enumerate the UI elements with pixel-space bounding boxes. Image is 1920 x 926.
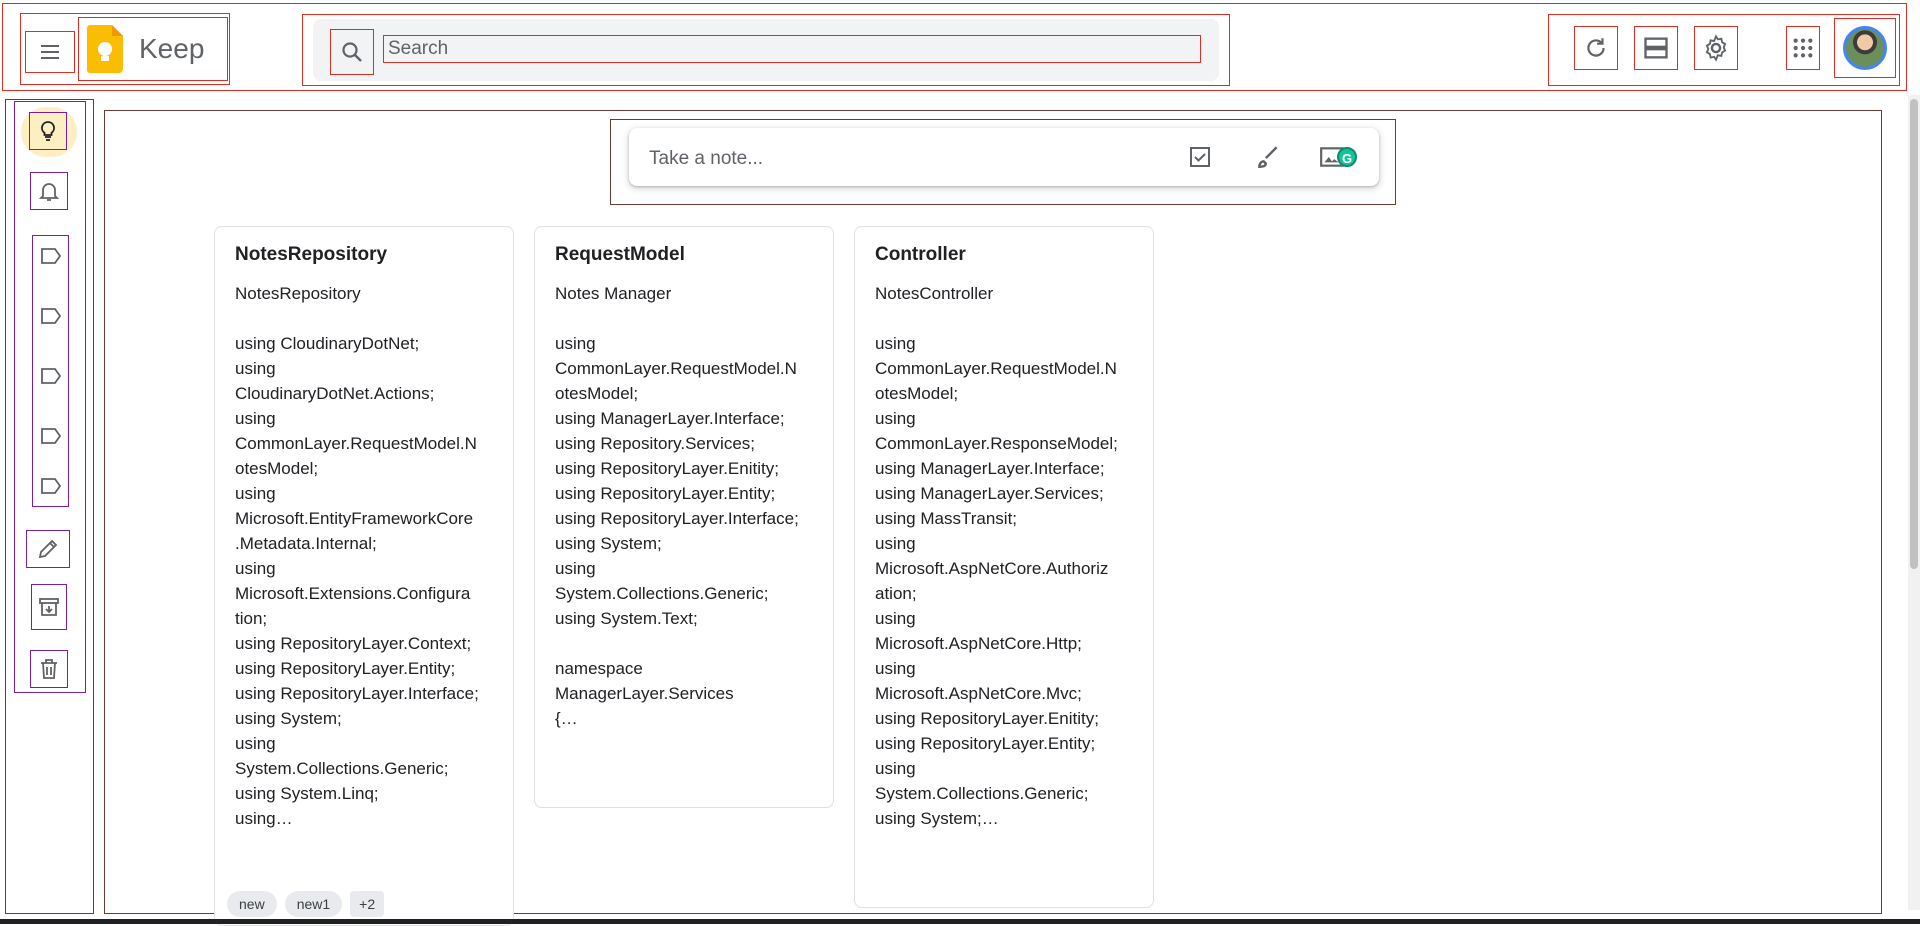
sidebar-item-notes[interactable] — [29, 112, 67, 150]
google-apps-button[interactable] — [1786, 26, 1820, 70]
new-drawing-button[interactable] — [1253, 142, 1283, 172]
label-icon — [40, 308, 61, 324]
header-left-group: Keep — [20, 13, 230, 85]
pencil-edit-icon — [38, 539, 58, 559]
note-body: NotesRepository using CloudinaryDotNet; … — [235, 284, 479, 828]
notes-main-area: Take a note... G NotesRepository NotesRe… — [104, 110, 1882, 926]
main-menu-button[interactable] — [25, 31, 75, 73]
take-note-container: Take a note... G — [610, 119, 1396, 205]
list-view-button[interactable] — [1634, 26, 1678, 70]
trash-icon — [41, 659, 57, 679]
search-icon — [342, 42, 362, 62]
note-body: Notes Manager using CommonLayer.RequestM… — [555, 284, 799, 728]
label-icon — [40, 248, 61, 264]
note-card[interactable]: RequestModel Notes Manager using CommonL… — [534, 226, 834, 808]
sidebar-item-reminders[interactable] — [30, 172, 68, 210]
sidebar-nav — [14, 101, 86, 693]
settings-gear-icon — [1705, 34, 1727, 62]
search-button[interactable] — [330, 29, 374, 75]
hamburger-menu-icon — [41, 45, 59, 59]
note-labels: new new1 +2 — [227, 891, 385, 917]
label-icon — [40, 368, 61, 384]
label-icon — [40, 428, 61, 444]
sidebar-item-label-5[interactable] — [33, 466, 68, 506]
sidebar-item-label-1[interactable] — [33, 236, 68, 276]
note-card[interactable]: NotesRepository NotesRepository using Cl… — [214, 226, 514, 926]
apps-grid-icon — [1793, 38, 1813, 58]
account-button[interactable] — [1834, 18, 1896, 78]
archive-icon — [39, 598, 59, 616]
sidebar-item-label-3[interactable] — [33, 356, 68, 396]
more-labels-chip[interactable]: +2 — [350, 891, 385, 917]
take-note-box[interactable]: Take a note... G — [629, 128, 1379, 186]
note-title: Controller — [875, 244, 966, 265]
sidebar — [5, 99, 94, 914]
vertical-scrollbar[interactable] — [1908, 95, 1920, 910]
bottom-edge — [0, 919, 1920, 924]
checkbox-icon — [1190, 147, 1210, 167]
refresh-button[interactable] — [1574, 26, 1618, 70]
top-header: Keep — [2, 3, 1907, 91]
brush-icon — [1258, 146, 1278, 168]
take-note-placeholder[interactable]: Take a note... — [649, 148, 763, 170]
note-title: NotesRepository — [235, 244, 388, 265]
grammarly-extension-icon[interactable]: G — [1337, 147, 1357, 167]
header-right-group — [1548, 14, 1900, 86]
sidebar-item-label-2[interactable] — [33, 296, 68, 336]
sidebar-item-label-4[interactable] — [33, 416, 68, 456]
search-container — [302, 14, 1230, 86]
settings-button[interactable] — [1694, 26, 1738, 70]
label-icon — [40, 478, 61, 494]
keep-bulb-logo-icon — [87, 25, 123, 73]
search-input[interactable] — [383, 35, 1201, 63]
keep-logo-link[interactable]: Keep — [78, 17, 228, 81]
lightbulb-icon — [41, 121, 55, 141]
note-card[interactable]: Controller NotesController using CommonL… — [854, 226, 1154, 908]
sidebar-labels-group — [32, 235, 69, 507]
sidebar-item-edit-labels[interactable] — [26, 530, 70, 568]
refresh-icon — [1587, 38, 1605, 57]
sidebar-item-archive[interactable] — [31, 584, 67, 630]
avatar — [1843, 26, 1887, 70]
app-title: Keep — [139, 33, 205, 64]
label-chip[interactable]: new1 — [284, 891, 343, 917]
label-chip[interactable]: new — [227, 891, 277, 917]
bell-icon — [38, 183, 60, 201]
list-view-icon — [1644, 37, 1668, 59]
scrollbar-thumb[interactable] — [1910, 99, 1918, 569]
new-list-button[interactable] — [1185, 142, 1215, 172]
sidebar-item-trash[interactable] — [30, 650, 68, 688]
note-body: NotesController using CommonLayer.Reques… — [875, 284, 1118, 828]
note-title: RequestModel — [555, 244, 685, 265]
